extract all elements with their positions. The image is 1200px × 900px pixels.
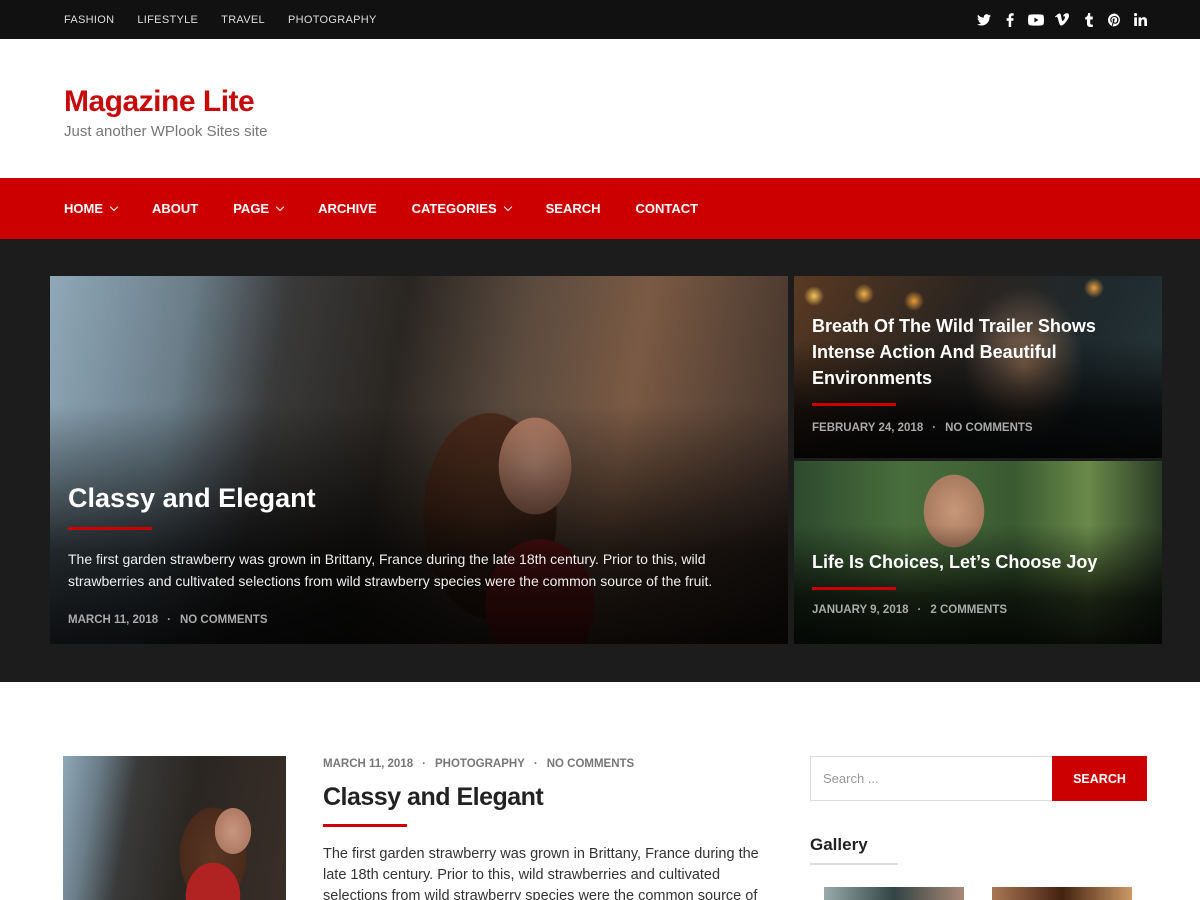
nav-archive[interactable]: ARCHIVE bbox=[318, 201, 377, 216]
site-description: Just another WPlook Sites site bbox=[64, 123, 268, 140]
post-date[interactable]: JANUARY 9, 2018 bbox=[812, 604, 909, 616]
facebook-icon[interactable] bbox=[1002, 12, 1018, 28]
chevron-down-icon bbox=[503, 202, 512, 211]
site-header: Magazine Lite Just another WPlook Sites … bbox=[0, 39, 1200, 178]
post-date[interactable]: MARCH 11, 2018 bbox=[68, 614, 158, 626]
search-form: SEARCH bbox=[810, 756, 1147, 801]
chevron-down-icon bbox=[109, 202, 119, 211]
title-underline bbox=[323, 824, 407, 827]
top-nav-lifestyle[interactable]: LIFESTYLE bbox=[137, 14, 198, 26]
nav-about[interactable]: ABOUT bbox=[152, 201, 198, 216]
site-title[interactable]: Magazine Lite bbox=[64, 85, 1136, 119]
post-date[interactable]: FEBRUARY 24, 2018 bbox=[812, 422, 923, 434]
nav-page-label: PAGE bbox=[233, 201, 270, 216]
nav-about-label: ABOUT bbox=[152, 201, 199, 216]
top-nav-travel[interactable]: TRAVEL bbox=[221, 14, 265, 26]
nav-page[interactable]: PAGE bbox=[233, 201, 285, 216]
nav-home-label: HOME bbox=[64, 201, 103, 216]
post-item: MARCH 11, 2018 · PHOTOGRAPHY · NO COMMEN… bbox=[323, 758, 773, 900]
nav-search-label: SEARCH bbox=[545, 201, 601, 216]
featured-section: Classy and Elegant The first garden stra… bbox=[0, 239, 1200, 682]
nav-contact[interactable]: CONTACT bbox=[636, 201, 699, 216]
sidebar: SEARCH Gallery bbox=[810, 756, 1147, 900]
post-meta: MARCH 11, 2018 · PHOTOGRAPHY · NO COMMEN… bbox=[323, 758, 635, 770]
featured-title[interactable]: Life Is Choices, Let’s Choose Joy bbox=[812, 549, 1144, 575]
featured-card-main[interactable]: Classy and Elegant The first garden stra… bbox=[50, 276, 788, 644]
post-title[interactable]: Classy and Elegant bbox=[323, 782, 773, 812]
featured-title[interactable]: Breath Of The Wild Trailer Shows Intense… bbox=[812, 313, 1144, 391]
nav-archive-label: ARCHIVE bbox=[318, 201, 377, 216]
nav-categories[interactable]: CATEGORIES bbox=[411, 201, 512, 216]
top-bar: FASHION LIFESTYLE TRAVEL PHOTOGRAPHY bbox=[0, 0, 1200, 39]
search-input[interactable] bbox=[810, 756, 1052, 801]
linkedin-icon[interactable] bbox=[1132, 12, 1148, 28]
post-meta: FEBRUARY 24, 2018 · NO COMMENTS bbox=[812, 422, 1033, 434]
featured-excerpt: The first garden strawberry was grown in… bbox=[68, 551, 713, 589]
nav-search[interactable]: SEARCH bbox=[546, 201, 601, 216]
content-section: MARCH 11, 2018 · PHOTOGRAPHY · NO COMMEN… bbox=[0, 682, 1200, 900]
title-underline bbox=[812, 403, 896, 406]
post-comments[interactable]: NO COMMENTS bbox=[180, 614, 268, 626]
post-excerpt: The first garden strawberry was grown in… bbox=[323, 846, 759, 900]
chevron-down-icon bbox=[275, 202, 285, 211]
post-meta: JANUARY 9, 2018 · 2 COMMENTS bbox=[812, 604, 1008, 616]
post-meta: MARCH 11, 2018 · NO COMMENTS bbox=[68, 614, 268, 626]
pinterest-icon[interactable] bbox=[1106, 12, 1122, 28]
top-nav-fashion[interactable]: FASHION bbox=[64, 14, 114, 26]
featured-card-side-2[interactable]: Life Is Choices, Let’s Choose Joy JANUAR… bbox=[794, 461, 1162, 644]
title-underline bbox=[812, 587, 896, 590]
social-links bbox=[976, 12, 1148, 28]
post-date[interactable]: MARCH 11, 2018 bbox=[323, 758, 413, 770]
top-nav: FASHION LIFESTYLE TRAVEL PHOTOGRAPHY bbox=[64, 14, 400, 26]
vimeo-icon[interactable] bbox=[1054, 12, 1070, 28]
post-comments[interactable]: 2 COMMENTS bbox=[930, 604, 1007, 616]
youtube-icon[interactable] bbox=[1028, 12, 1044, 28]
gallery-title: Gallery bbox=[810, 835, 898, 865]
twitter-icon[interactable] bbox=[976, 12, 992, 28]
search-button[interactable]: SEARCH bbox=[1052, 756, 1147, 801]
featured-title[interactable]: Classy and Elegant bbox=[68, 481, 770, 515]
main-nav: HOME ABOUT PAGE ARCHIVE CATEGORIES SEARC… bbox=[0, 178, 1200, 239]
gallery bbox=[810, 887, 1147, 900]
featured-card-side-1[interactable]: Breath Of The Wild Trailer Shows Intense… bbox=[794, 276, 1162, 458]
top-nav-photography[interactable]: PHOTOGRAPHY bbox=[288, 14, 377, 26]
nav-contact-label: CONTACT bbox=[635, 201, 699, 216]
gallery-image[interactable] bbox=[992, 887, 1132, 900]
post-category[interactable]: PHOTOGRAPHY bbox=[435, 758, 525, 770]
tumblr-icon[interactable] bbox=[1080, 12, 1096, 28]
post-comments[interactable]: NO COMMENTS bbox=[547, 758, 635, 770]
post-comments[interactable]: NO COMMENTS bbox=[945, 422, 1033, 434]
nav-home[interactable]: HOME bbox=[64, 201, 119, 216]
nav-categories-label: CATEGORIES bbox=[411, 201, 497, 216]
title-underline bbox=[68, 527, 152, 530]
gallery-image[interactable] bbox=[824, 887, 964, 900]
post-thumbnail[interactable] bbox=[63, 756, 286, 900]
